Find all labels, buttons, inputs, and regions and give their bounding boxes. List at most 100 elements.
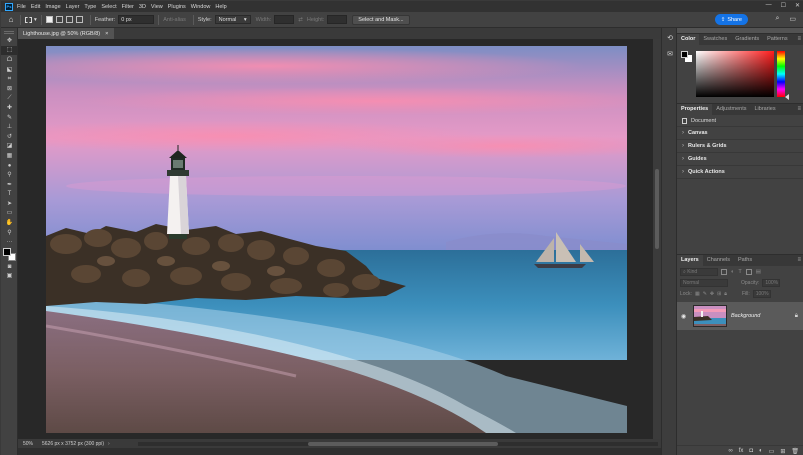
eraser-tool-icon[interactable]: ◪	[1, 142, 18, 152]
search-icon[interactable]: ⌕	[775, 15, 779, 23]
blur-tool-icon[interactable]: ●	[1, 161, 18, 171]
menu-select[interactable]: Select	[101, 4, 116, 10]
menu-3d[interactable]: 3D	[139, 4, 146, 10]
panel-menu-icon[interactable]: ≡	[797, 106, 801, 112]
height-input[interactable]	[327, 15, 348, 24]
menu-help[interactable]: Help	[215, 4, 226, 10]
panel-foreground-chip[interactable]	[681, 51, 688, 58]
opacity-input[interactable]: 100%	[762, 278, 781, 287]
fill-input[interactable]: 100%	[752, 289, 771, 298]
section-canvas[interactable]: › Canvas	[677, 127, 803, 140]
adjustment-filter-icon[interactable]: ◐	[731, 269, 734, 275]
frame-tool-icon[interactable]: ⊠	[1, 84, 18, 94]
style-select[interactable]: Normal ▾	[214, 15, 251, 24]
history-icon[interactable]: ⟲	[662, 32, 678, 44]
hand-tool-icon[interactable]: ✋	[1, 218, 18, 228]
new-group-icon[interactable]: ▭	[769, 448, 775, 455]
menu-window[interactable]: Window	[191, 4, 211, 10]
link-layers-icon[interactable]: ∞	[728, 448, 732, 454]
document-image[interactable]	[46, 46, 627, 433]
lock-image-icon[interactable]: ✎	[703, 291, 707, 297]
pixel-filter-icon[interactable]	[721, 268, 727, 275]
path-selection-tool-icon[interactable]: ➤	[1, 199, 18, 209]
new-layer-icon[interactable]: ⊞	[780, 448, 785, 455]
menu-image[interactable]: Image	[45, 4, 60, 10]
tab-color[interactable]: Color	[677, 34, 700, 45]
intersect-selection-icon[interactable]	[75, 16, 83, 23]
menu-edit[interactable]: Edit	[31, 4, 40, 10]
foreground-background-colors[interactable]	[3, 248, 17, 262]
close-window-button[interactable]: ✕	[795, 2, 800, 9]
tab-channels[interactable]: Channels	[703, 255, 734, 266]
close-tab-icon[interactable]: ×	[105, 31, 108, 37]
subtract-from-selection-icon[interactable]	[65, 16, 73, 23]
edit-toolbar-icon[interactable]: ···	[1, 237, 18, 247]
zoom-level[interactable]: 50%	[18, 441, 36, 447]
width-input[interactable]	[274, 15, 295, 24]
tab-properties[interactable]: Properties	[677, 104, 713, 115]
horizontal-scrollbar[interactable]	[138, 442, 658, 446]
feather-input[interactable]: 0 px	[118, 15, 155, 24]
canvas-workspace[interactable]	[18, 39, 653, 439]
select-and-mask-button[interactable]: Select and Mask...	[352, 14, 410, 25]
tab-paths[interactable]: Paths	[734, 255, 756, 266]
pen-tool-icon[interactable]: ✒	[1, 180, 18, 190]
layer-style-icon[interactable]: fx	[739, 448, 744, 454]
move-tool-icon[interactable]: ✥	[1, 36, 18, 46]
smart-object-filter-icon[interactable]: ▤	[756, 269, 761, 275]
eyedropper-tool-icon[interactable]: ⟋	[1, 94, 18, 104]
lock-all-icon[interactable]: 🔒︎	[724, 291, 727, 297]
tab-gradients[interactable]: Gradients	[731, 34, 763, 45]
tab-layers[interactable]: Layers	[677, 255, 703, 266]
section-quick-actions[interactable]: › Quick Actions	[677, 166, 803, 179]
eye-icon[interactable]: ◉	[681, 313, 689, 320]
anti-alias-checkbox[interactable]: Anti-alias	[163, 17, 186, 23]
document-tab[interactable]: Lighthouse.jpg @ 50% (RGB/8) ×	[18, 28, 115, 39]
add-to-selection-icon[interactable]	[55, 16, 63, 23]
healing-brush-tool-icon[interactable]: ✚	[1, 103, 18, 113]
zoom-tool-icon[interactable]: ⚲	[1, 228, 18, 238]
menu-filter[interactable]: Filter	[122, 4, 134, 10]
minimize-button[interactable]: —	[766, 2, 772, 9]
lock-position-icon[interactable]: ✥	[710, 291, 714, 297]
vertical-scrollbar[interactable]	[653, 39, 661, 439]
menu-type[interactable]: Type	[84, 4, 96, 10]
crop-tool-icon[interactable]: ⌗	[1, 74, 18, 84]
tab-patterns[interactable]: Patterns	[763, 34, 791, 45]
add-mask-icon[interactable]: ◘	[749, 448, 753, 454]
layer-row[interactable]: ◉ Background 🔒︎	[677, 302, 803, 330]
quick-mask-icon[interactable]: ◙	[1, 262, 18, 272]
maximize-button[interactable]: ☐	[781, 2, 786, 9]
toolbar-grip[interactable]	[4, 31, 14, 34]
gradient-tool-icon[interactable]: ▦	[1, 151, 18, 161]
section-rulers-grids[interactable]: › Rulers & Grids	[677, 140, 803, 153]
new-selection-icon[interactable]	[45, 16, 53, 23]
screen-mode-icon[interactable]: ▣	[1, 272, 18, 282]
horizontal-scroll-thumb[interactable]	[308, 442, 498, 446]
lock-pixels-icon[interactable]: ▦	[695, 291, 700, 297]
tab-swatches[interactable]: Swatches	[699, 34, 731, 45]
lock-artboard-icon[interactable]: ⊞	[717, 291, 721, 297]
menu-view[interactable]: View	[151, 4, 163, 10]
foreground-color-swatch[interactable]	[3, 248, 11, 257]
brush-tool-icon[interactable]: ✎	[1, 113, 18, 123]
share-button[interactable]: ⇪ Share	[714, 14, 748, 25]
shape-filter-icon[interactable]	[745, 268, 752, 275]
tab-libraries[interactable]: Libraries	[750, 104, 779, 115]
delete-layer-icon[interactable]: 🗑︎	[791, 448, 799, 455]
home-icon[interactable]: ⌂	[6, 15, 16, 25]
type-filter-icon[interactable]: T	[738, 269, 741, 275]
dodge-tool-icon[interactable]: ⚲	[1, 170, 18, 180]
tool-preset-picker[interactable]: ▾	[25, 16, 37, 23]
panel-menu-icon[interactable]: ≡	[797, 257, 801, 263]
comments-icon[interactable]: ✉	[662, 48, 678, 60]
panel-menu-icon[interactable]: ≡	[797, 36, 801, 42]
swap-icon[interactable]: ⇄	[298, 17, 303, 23]
color-field[interactable]	[696, 51, 774, 97]
adjustment-layer-icon[interactable]: ◐	[759, 448, 763, 454]
menu-file[interactable]: File	[17, 4, 26, 10]
hue-slider[interactable]	[777, 51, 785, 97]
layer-kind-filter[interactable]: ⌕ Kind	[680, 267, 718, 276]
hue-slider-marker[interactable]	[785, 94, 789, 100]
layer-name[interactable]: Background	[731, 313, 791, 319]
